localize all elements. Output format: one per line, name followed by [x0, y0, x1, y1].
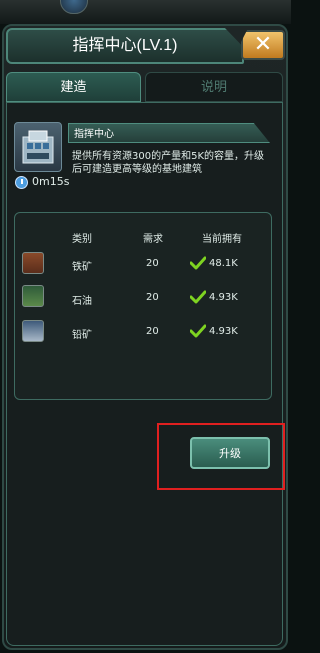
lead-ore-icon [22, 320, 44, 342]
resource-name: 铁矿 [72, 262, 92, 273]
resource-owned: 48.1K [209, 258, 238, 269]
column-header-owned: 当前拥有 [202, 234, 242, 245]
check-icon [190, 256, 206, 270]
iron-ore-icon [22, 252, 44, 274]
resource-owned: 4.93K [209, 292, 238, 303]
check-icon [190, 290, 206, 304]
resource-name: 石油 [72, 296, 92, 307]
oil-icon [22, 285, 44, 307]
dialog-title: 指挥中心(LV.1) [72, 37, 178, 54]
resource-required: 20 [146, 258, 159, 269]
check-icon [190, 324, 206, 338]
tab-build[interactable]: 建造 [6, 72, 141, 102]
close-button[interactable]: ✕ [241, 30, 285, 60]
top-strip [0, 0, 291, 24]
resource-owned: 4.93K [209, 326, 238, 337]
resource-required: 20 [146, 326, 159, 337]
building-description: 提供所有资源300的产量和5K的容量，升级后可建造更高等级的基地建筑 [72, 151, 265, 175]
highlight-box [157, 423, 285, 490]
resource-required: 20 [146, 292, 159, 303]
build-time: 0m15s [32, 175, 70, 188]
tab-description[interactable]: 说明 [145, 72, 283, 102]
clock-icon [15, 176, 28, 189]
column-header-category: 类别 [72, 234, 92, 245]
column-header-required: 需求 [143, 234, 163, 245]
resource-name: 铅矿 [72, 330, 92, 341]
close-icon: ✕ [253, 32, 273, 57]
building-name: 指挥中心 [74, 129, 114, 140]
building-icon [14, 122, 62, 172]
